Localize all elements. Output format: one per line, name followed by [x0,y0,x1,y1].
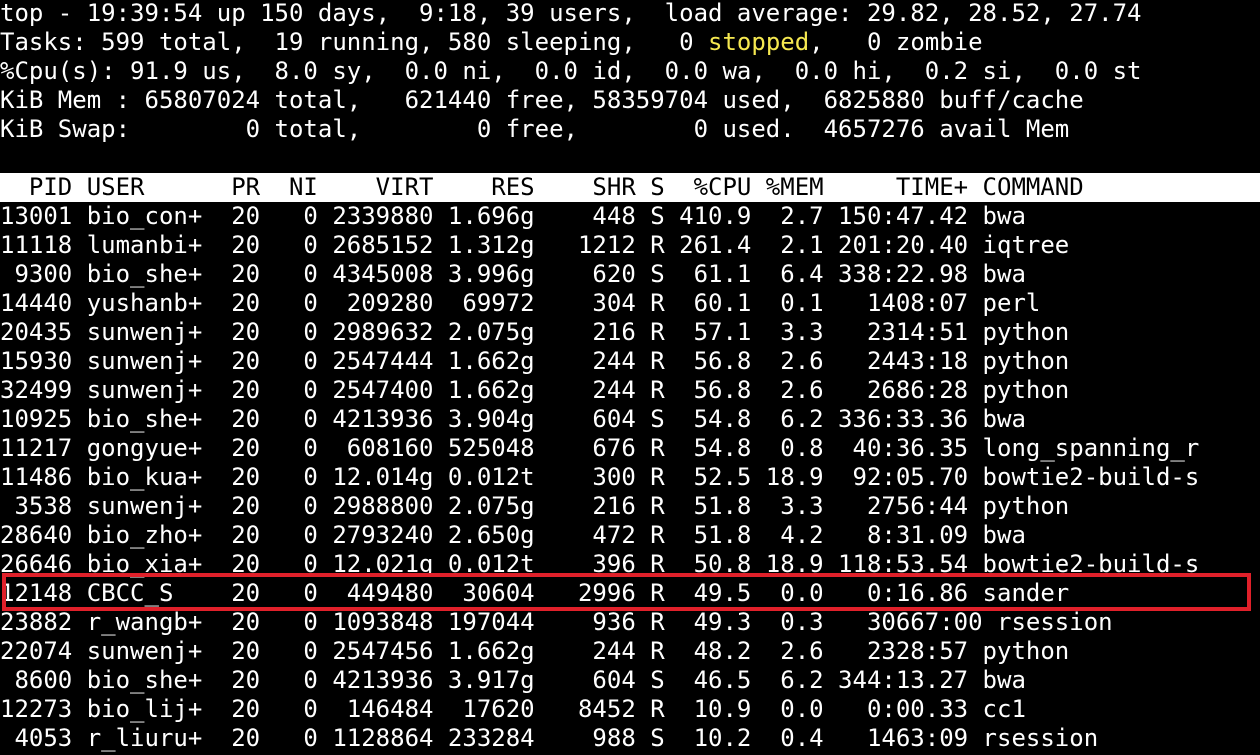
process-row: 12273 bio_lij+ 20 0 146484 17620 8452 R … [0,695,1026,723]
process-row-highlighted: 12148 CBCC_S 20 0 449480 30604 2996 R 49… [0,579,1070,607]
process-row: 4053 r_liuru+ 20 0 1128864 233284 988 S … [0,724,1099,752]
process-row: 20435 sunwenj+ 20 0 2989632 2.075g 216 R… [0,318,1070,346]
process-row: 13001 bio_con+ 20 0 2339880 1.696g 448 S… [0,202,1026,230]
process-row: 11118 lumanbi+ 20 0 2685152 1.312g 1212 … [0,231,1070,259]
process-row: 32499 sunwenj+ 20 0 2547400 1.662g 244 R… [0,376,1070,404]
summary-mem-line: KiB Mem : 65807024 total, 621440 free, 5… [0,86,1084,114]
top-terminal: top - 19:39:54 up 150 days, 9:18, 39 use… [0,0,1260,753]
process-row: 22074 sunwenj+ 20 0 2547456 1.662g 244 R… [0,637,1070,665]
summary-tasks-line: Tasks: 599 total, 19 running, 580 sleepi… [0,28,1260,57]
process-row: 26646 bio_xia+ 20 0 12.021g 0.012t 396 R… [0,550,1200,578]
process-table-header: PID USER PR NI VIRT RES SHR S %CPU %MEM … [0,173,1260,202]
tasks-suffix: , 0 zombie [809,28,983,56]
process-row: 15930 sunwenj+ 20 0 2547444 1.662g 244 R… [0,347,1070,375]
process-row: 9300 bio_she+ 20 0 4345008 3.996g 620 S … [0,260,1026,288]
process-row: 14440 yushanb+ 20 0 209280 69972 304 R 6… [0,289,1041,317]
summary-cpu-line: %Cpu(s): 91.9 us, 8.0 sy, 0.0 ni, 0.0 id… [0,57,1142,85]
summary-swap-line: KiB Swap: 0 total, 0 free, 0 used. 46572… [0,115,1070,143]
tasks-prefix: Tasks: 599 total, 19 running, 580 sleepi… [0,28,709,56]
process-row: 23882 r_wangb+ 20 0 1093848 197044 936 R… [0,608,1113,636]
process-row: 28640 bio_zho+ 20 0 2793240 2.650g 472 R… [0,521,1026,549]
summary-uptime-line: top - 19:39:54 up 150 days, 9:18, 39 use… [0,0,1142,27]
process-row: 10925 bio_she+ 20 0 4213936 3.904g 604 S… [0,405,1026,433]
process-row: 3538 sunwenj+ 20 0 2988800 2.075g 216 R … [0,492,1070,520]
process-row: 11217 gongyue+ 20 0 608160 525048 676 R … [0,434,1200,462]
process-row: 11486 bio_kua+ 20 0 12.014g 0.012t 300 R… [0,463,1200,491]
process-row: 8600 bio_she+ 20 0 4213936 3.917g 604 S … [0,666,1026,694]
tasks-stopped-label: stopped [708,28,810,56]
